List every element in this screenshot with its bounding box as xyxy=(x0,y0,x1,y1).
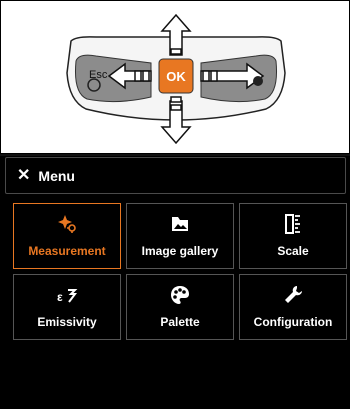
close-icon[interactable]: ✕ xyxy=(17,167,30,184)
keypad-drawing: Esc OK xyxy=(66,13,286,145)
emissivity-icon: ε xyxy=(55,283,79,307)
image-gallery-icon xyxy=(169,212,191,236)
tile-label: Configuration xyxy=(253,315,333,329)
tile-label: Emissivity xyxy=(37,315,97,329)
tile-emissivity[interactable]: ε Emissivity xyxy=(13,274,121,340)
tile-scale[interactable]: Scale xyxy=(239,203,347,269)
tile-measurement[interactable]: Measurement xyxy=(13,203,121,269)
tile-label: Palette xyxy=(160,315,200,329)
scale-icon xyxy=(284,212,302,236)
svg-text:ε: ε xyxy=(57,290,63,304)
tile-label: Image gallery xyxy=(141,244,219,258)
menu-header[interactable]: ✕ Menu xyxy=(5,157,346,194)
ok-key-label: OK xyxy=(166,69,186,84)
menu-title: Menu xyxy=(38,167,75,184)
tile-label: Scale xyxy=(277,244,309,258)
tile-label: Measurement xyxy=(28,244,106,258)
wrench-icon xyxy=(282,283,304,307)
esc-key-label: Esc xyxy=(89,69,108,81)
palette-icon xyxy=(169,283,191,307)
divider xyxy=(0,154,350,156)
tile-configuration[interactable]: Configuration xyxy=(239,274,347,340)
tile-palette[interactable]: Palette xyxy=(126,274,234,340)
measurement-icon xyxy=(56,212,78,236)
keypad-illustration: Esc OK xyxy=(0,0,350,154)
tile-image-gallery[interactable]: Image gallery xyxy=(126,203,234,269)
